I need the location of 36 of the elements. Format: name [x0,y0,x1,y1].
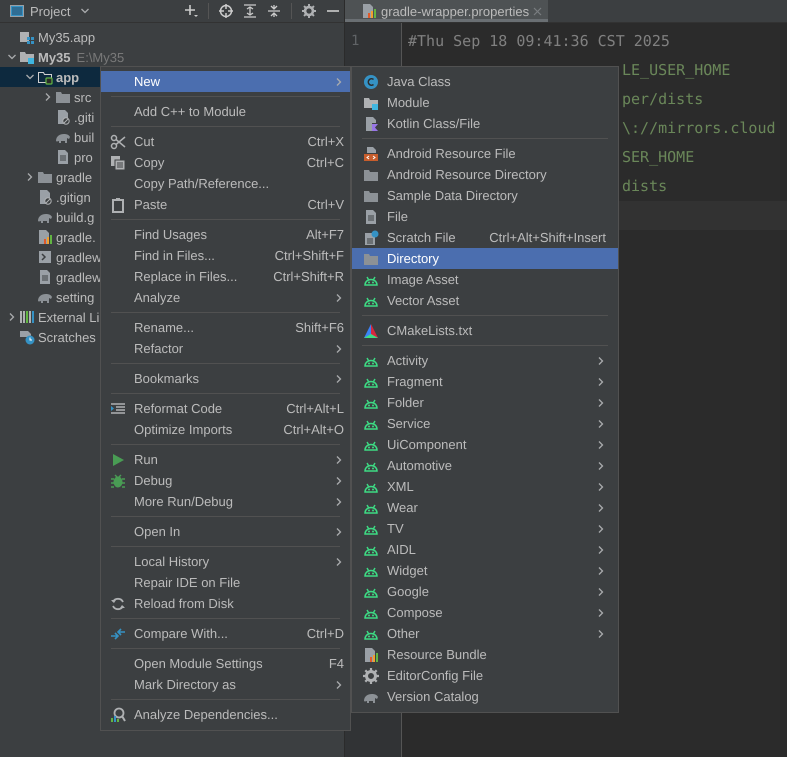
shortcut-label: Ctrl+X [306,134,344,149]
shortcut-label: Ctrl+V [306,197,344,212]
path-label: E:\My35 [76,50,124,64]
tree-item-label: setting [56,290,94,304]
tree-item-label: My35.app [38,30,96,44]
tree-item-label: app [56,70,80,84]
shortcut-label: Ctrl+C [306,155,344,170]
shortcut-label: F4 [328,656,344,671]
tree-item-label: gradle [56,170,92,184]
tree-item-label: gradlew [56,250,102,264]
tree-item-label: buil [74,130,94,144]
tree-item-label: gradle. [56,230,96,244]
shortcut-label: Ctrl+Alt+O [282,422,344,437]
tree-item-label: build.g [56,210,94,224]
code-line: per/dists [622,89,704,110]
panel-title: Project [30,4,70,18]
code-line: LE_USER_HOME [622,60,730,81]
code-line: #Thu Sep 18 09:41:36 CST 2025 [408,31,670,52]
tree-item-label: My35 [38,50,71,64]
shortcut-label: Shift+F6 [294,320,344,335]
shortcut-label: Ctrl+Shift+F [274,248,344,263]
shortcut-label: Ctrl+Shift+R [272,269,344,284]
tree-item-label: src [74,90,92,104]
tree-item-label: .gitign [56,190,91,204]
shortcut-label: Ctrl+Alt+L [285,401,344,416]
tree-item-label: pro [74,150,93,164]
code-line: SER_HOME [622,147,694,168]
tree-item-label: gradlew [56,270,102,284]
tree-item-label: External Li [38,310,100,324]
shortcut-label: Ctrl+D [306,626,344,641]
shortcut-label: Ctrl+Alt+Shift+Insert [488,230,606,245]
code-line: dists [622,176,668,197]
code-line: \://mirrors.cloud [622,118,776,139]
tree-item-label: Scratches [38,330,96,344]
shortcut-label: Alt+F7 [305,227,344,242]
tree-item-label: .giti [74,110,94,124]
